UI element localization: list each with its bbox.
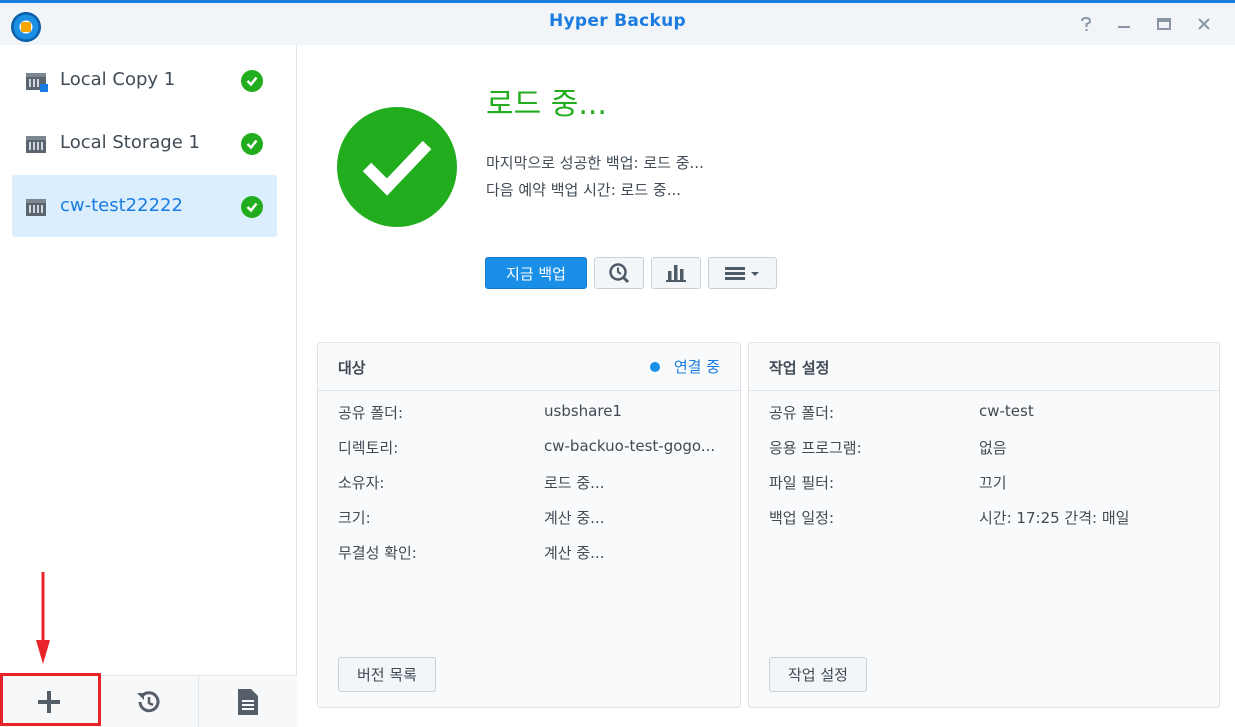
target-value-owner: 로드 중... — [544, 474, 605, 492]
sidebar-item-label: Local Storage 1 — [60, 132, 200, 153]
status-title: 로드 중... — [486, 87, 607, 122]
target-label-owner: 소유자: — [338, 474, 385, 492]
sidebar-item-label: Local Copy 1 — [60, 69, 176, 90]
red-highlight-box-annotation — [0, 673, 101, 726]
target-panel-title: 대상 — [338, 359, 366, 377]
log-button[interactable] — [199, 676, 297, 727]
task-settings-panel: 작업 설정 공유 폴더: cw-test 응용 프로그램: 없음 파일 필터: … — [748, 342, 1220, 708]
target-value-directory: cw-backuo-test-gogo... — [544, 437, 716, 455]
more-actions-menu-button[interactable] — [708, 257, 777, 289]
menu-icon — [724, 267, 759, 280]
task-label-application: 응용 프로그램: — [769, 439, 862, 457]
storage-device-icon — [26, 136, 46, 153]
minimize-icon[interactable] — [1112, 13, 1136, 35]
sidebar-item-cw-test22222[interactable]: cw-test22222 — [12, 175, 277, 237]
task-label-backup-schedule: 백업 일정: — [769, 509, 835, 527]
success-check-icon — [241, 70, 263, 92]
version-browser-button[interactable] — [594, 257, 644, 289]
status-success-icon — [337, 107, 457, 227]
task-panel-title: 작업 설정 — [769, 359, 830, 377]
red-arrow-annotation — [36, 572, 50, 664]
sidebar-item-local-copy-1[interactable]: Local Copy 1 — [12, 49, 277, 111]
task-value-application: 없음 — [979, 439, 1007, 457]
task-label-file-filter: 파일 필터: — [769, 474, 835, 492]
statistics-button[interactable] — [651, 257, 701, 289]
restore-history-icon — [137, 691, 160, 713]
target-value-size: 계산 중... — [544, 509, 605, 527]
task-value-file-filter: 끄기 — [979, 474, 1007, 492]
target-panel: 대상 연결 중 공유 폴더: usbshare1 디렉토리: cw-backuo… — [317, 342, 741, 708]
task-value-shared-folder: cw-test — [979, 402, 1034, 420]
connection-dot-icon — [649, 361, 660, 372]
target-label-size: 크기: — [338, 509, 371, 527]
backup-now-button[interactable]: 지금 백업 — [485, 257, 587, 289]
target-value-integrity-check: 계산 중... — [544, 544, 605, 562]
title-bar: Hyper Backup — [0, 0, 1235, 45]
window-title: Hyper Backup — [549, 11, 686, 31]
success-check-icon — [241, 133, 263, 155]
storage-device-icon — [26, 199, 46, 216]
target-value-shared-folder: usbshare1 — [544, 402, 622, 420]
target-label-integrity-check: 무결성 확인: — [338, 544, 417, 562]
maximize-icon[interactable] — [1152, 13, 1176, 35]
version-browser-icon — [609, 263, 630, 284]
close-icon[interactable] — [1192, 13, 1216, 35]
connection-status: 연결 중 — [649, 356, 720, 377]
task-settings-button[interactable]: 작업 설정 — [769, 657, 867, 692]
help-icon[interactable] — [1074, 13, 1098, 35]
restore-button[interactable] — [99, 676, 199, 727]
target-label-shared-folder: 공유 폴더: — [338, 404, 404, 422]
statistics-icon — [666, 265, 686, 282]
sidebar-item-label: cw-test22222 — [60, 195, 183, 216]
version-list-button[interactable]: 버전 목록 — [338, 657, 436, 692]
next-scheduled-backup: 다음 예약 백업 시간: 로드 중... — [486, 181, 681, 199]
local-copy-device-icon — [26, 73, 48, 92]
task-value-backup-schedule: 시간: 17:25 간격: 매일 — [979, 509, 1130, 527]
task-label-shared-folder: 공유 폴더: — [769, 404, 835, 422]
last-success-backup: 마지막으로 성공한 백업: 로드 중... — [486, 154, 704, 172]
connection-status-text: 연결 중 — [673, 358, 720, 376]
success-check-icon — [241, 196, 263, 218]
target-label-directory: 디렉토리: — [338, 439, 399, 457]
log-document-icon — [237, 689, 258, 715]
sidebar-item-local-storage-1[interactable]: Local Storage 1 — [12, 112, 277, 174]
main-panel: 로드 중... 마지막으로 성공한 백업: 로드 중... 다음 예약 백업 시… — [298, 45, 1235, 727]
